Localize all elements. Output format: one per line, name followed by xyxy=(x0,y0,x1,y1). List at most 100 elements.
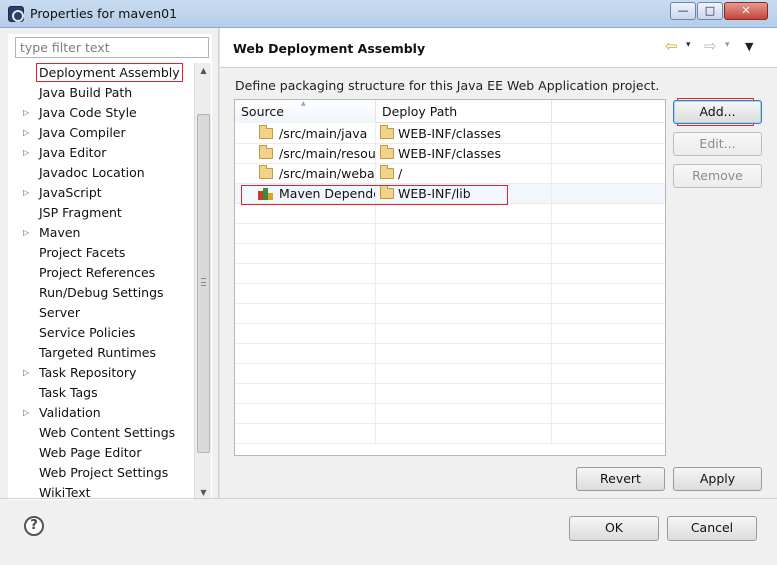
expand-arrow-icon[interactable]: ▷ xyxy=(23,183,33,203)
maximize-button[interactable]: □ xyxy=(697,2,723,20)
tree-item[interactable]: Web Project Settings xyxy=(8,463,194,483)
table-row[interactable]: /src/main/webapp / xyxy=(235,164,665,184)
tree-item[interactable]: Deployment Assembly xyxy=(8,63,194,83)
deploy-path-cell xyxy=(376,384,552,404)
page-description: Define packaging structure for this Java… xyxy=(235,78,660,93)
remove-button[interactable]: Remove xyxy=(673,164,762,188)
folder-icon xyxy=(380,185,394,199)
tree-item-label: Java Editor xyxy=(39,145,107,160)
title-bar: Properties for maven01 — □ ✕ xyxy=(0,0,777,28)
tree-item[interactable]: Run/Debug Settings xyxy=(8,283,194,303)
table-row[interactable]: /src/main/java WEB-INF/classes xyxy=(235,124,665,144)
tree-item[interactable]: ▷ Validation xyxy=(8,403,194,423)
source-cell xyxy=(235,304,376,324)
source-cell xyxy=(235,424,376,444)
property-tree: Deployment Assembly Java Build Path ▷ Java … xyxy=(8,63,194,501)
tree-item[interactable]: Java Build Path xyxy=(8,83,194,103)
source-cell xyxy=(235,364,376,384)
maven-library-icon xyxy=(258,188,273,200)
tree-item[interactable]: Service Policies xyxy=(8,323,194,343)
tree-item[interactable]: JSP Fragment xyxy=(8,203,194,223)
table-row xyxy=(235,204,665,224)
expand-arrow-icon[interactable]: ▷ xyxy=(23,403,33,423)
source-cell xyxy=(235,404,376,424)
minimize-button[interactable]: — xyxy=(670,2,696,20)
scroll-up-arrow-icon[interactable]: ▲ xyxy=(197,64,210,77)
revert-button[interactable]: Revert xyxy=(576,467,665,491)
deploy-path-cell xyxy=(376,244,552,264)
back-arrow-icon[interactable]: ⇦ xyxy=(665,39,681,54)
tree-item[interactable]: ▷ Java Code Style xyxy=(8,103,194,123)
table-row[interactable]: Maven Dependencies WEB-INF/lib xyxy=(235,184,665,204)
empty-cell xyxy=(552,144,665,164)
folder-icon xyxy=(259,145,273,159)
tree-item[interactable]: ▷ Java Compiler xyxy=(8,123,194,143)
grip-icon xyxy=(201,278,206,286)
tree-item-label: Deployment Assembly xyxy=(36,63,183,82)
eclipse-icon xyxy=(8,6,24,22)
tree-scrollbar[interactable]: ▲ ▼ xyxy=(194,63,211,500)
deployment-table[interactable]: Source Deploy Path /src/main/java WEB-INF… xyxy=(234,99,666,456)
source-cell xyxy=(235,324,376,344)
source-label: /src/main/resources xyxy=(279,146,376,161)
empty-cell xyxy=(552,244,665,264)
table-row xyxy=(235,384,665,404)
empty-cell xyxy=(552,304,665,324)
empty-cell xyxy=(552,284,665,304)
expand-arrow-icon[interactable]: ▷ xyxy=(23,223,33,243)
empty-cell xyxy=(552,364,665,384)
tree-item-label: Run/Debug Settings xyxy=(39,285,164,300)
tree-item[interactable]: Server xyxy=(8,303,194,323)
table-row xyxy=(235,224,665,244)
tree-item[interactable]: Task Tags xyxy=(8,383,194,403)
add-button[interactable]: Add... xyxy=(673,100,762,124)
tree-item[interactable]: Web Content Settings xyxy=(8,423,194,443)
ok-button[interactable]: OK xyxy=(569,516,659,541)
tree-item[interactable]: Javadoc Location xyxy=(8,163,194,183)
tree-item[interactable]: ▷ Maven xyxy=(8,223,194,243)
tree-item[interactable]: Targeted Runtimes xyxy=(8,343,194,363)
empty-cell xyxy=(552,344,665,364)
cancel-button[interactable]: Cancel xyxy=(667,516,757,541)
deploy-path-cell xyxy=(376,344,552,364)
tree-item[interactable]: ▷ JavaScript xyxy=(8,183,194,203)
tree-item[interactable]: Web Page Editor xyxy=(8,443,194,463)
table-row[interactable]: /src/main/resources WEB-INF/classes xyxy=(235,144,665,164)
empty-cell xyxy=(552,324,665,344)
deploy-path-cell xyxy=(376,364,552,384)
footer-separator xyxy=(0,498,777,499)
expand-arrow-icon[interactable]: ▷ xyxy=(23,363,33,383)
left-panel: Deployment Assembly Java Build Path ▷ Java … xyxy=(8,34,212,500)
tree-item-label: Project References xyxy=(39,265,156,280)
scroll-thumb[interactable] xyxy=(197,114,210,453)
expand-arrow-icon[interactable]: ▷ xyxy=(23,123,33,143)
apply-button[interactable]: Apply xyxy=(673,467,762,491)
deploy-path-cell: WEB-INF/lib xyxy=(376,184,552,204)
tree-item[interactable]: Project Facets xyxy=(8,243,194,263)
tree-item[interactable]: ▷ Task Repository xyxy=(8,363,194,383)
deploy-path-cell xyxy=(376,284,552,304)
close-button[interactable]: ✕ xyxy=(724,2,768,20)
expand-arrow-icon[interactable]: ▷ xyxy=(23,143,33,163)
column-header-source[interactable]: Source xyxy=(235,100,376,123)
source-label: Maven Dependencies xyxy=(279,186,375,201)
source-cell xyxy=(235,244,376,264)
back-menu-chevron-icon[interactable]: ▾ xyxy=(686,40,696,50)
filter-input[interactable] xyxy=(15,37,209,58)
expand-arrow-icon[interactable]: ▷ xyxy=(23,103,33,123)
empty-cell xyxy=(552,204,665,224)
tree-item[interactable]: Project References xyxy=(8,263,194,283)
tree-item-label: Web Page Editor xyxy=(39,445,142,460)
empty-cell xyxy=(552,424,665,444)
tree-item[interactable]: ▷ Java Editor xyxy=(8,143,194,163)
table-row xyxy=(235,324,665,344)
edit-button[interactable]: Edit... xyxy=(673,132,762,156)
empty-cell xyxy=(552,184,665,204)
view-menu-icon[interactable]: ▼ xyxy=(745,40,757,53)
column-header-deploy-path[interactable]: Deploy Path xyxy=(376,100,552,123)
table-row xyxy=(235,364,665,384)
tree-item-label: Task Repository xyxy=(39,365,137,380)
panel-sash[interactable] xyxy=(218,28,220,498)
tree-item-label: Project Facets xyxy=(39,245,126,260)
help-icon[interactable]: ? xyxy=(24,516,44,536)
